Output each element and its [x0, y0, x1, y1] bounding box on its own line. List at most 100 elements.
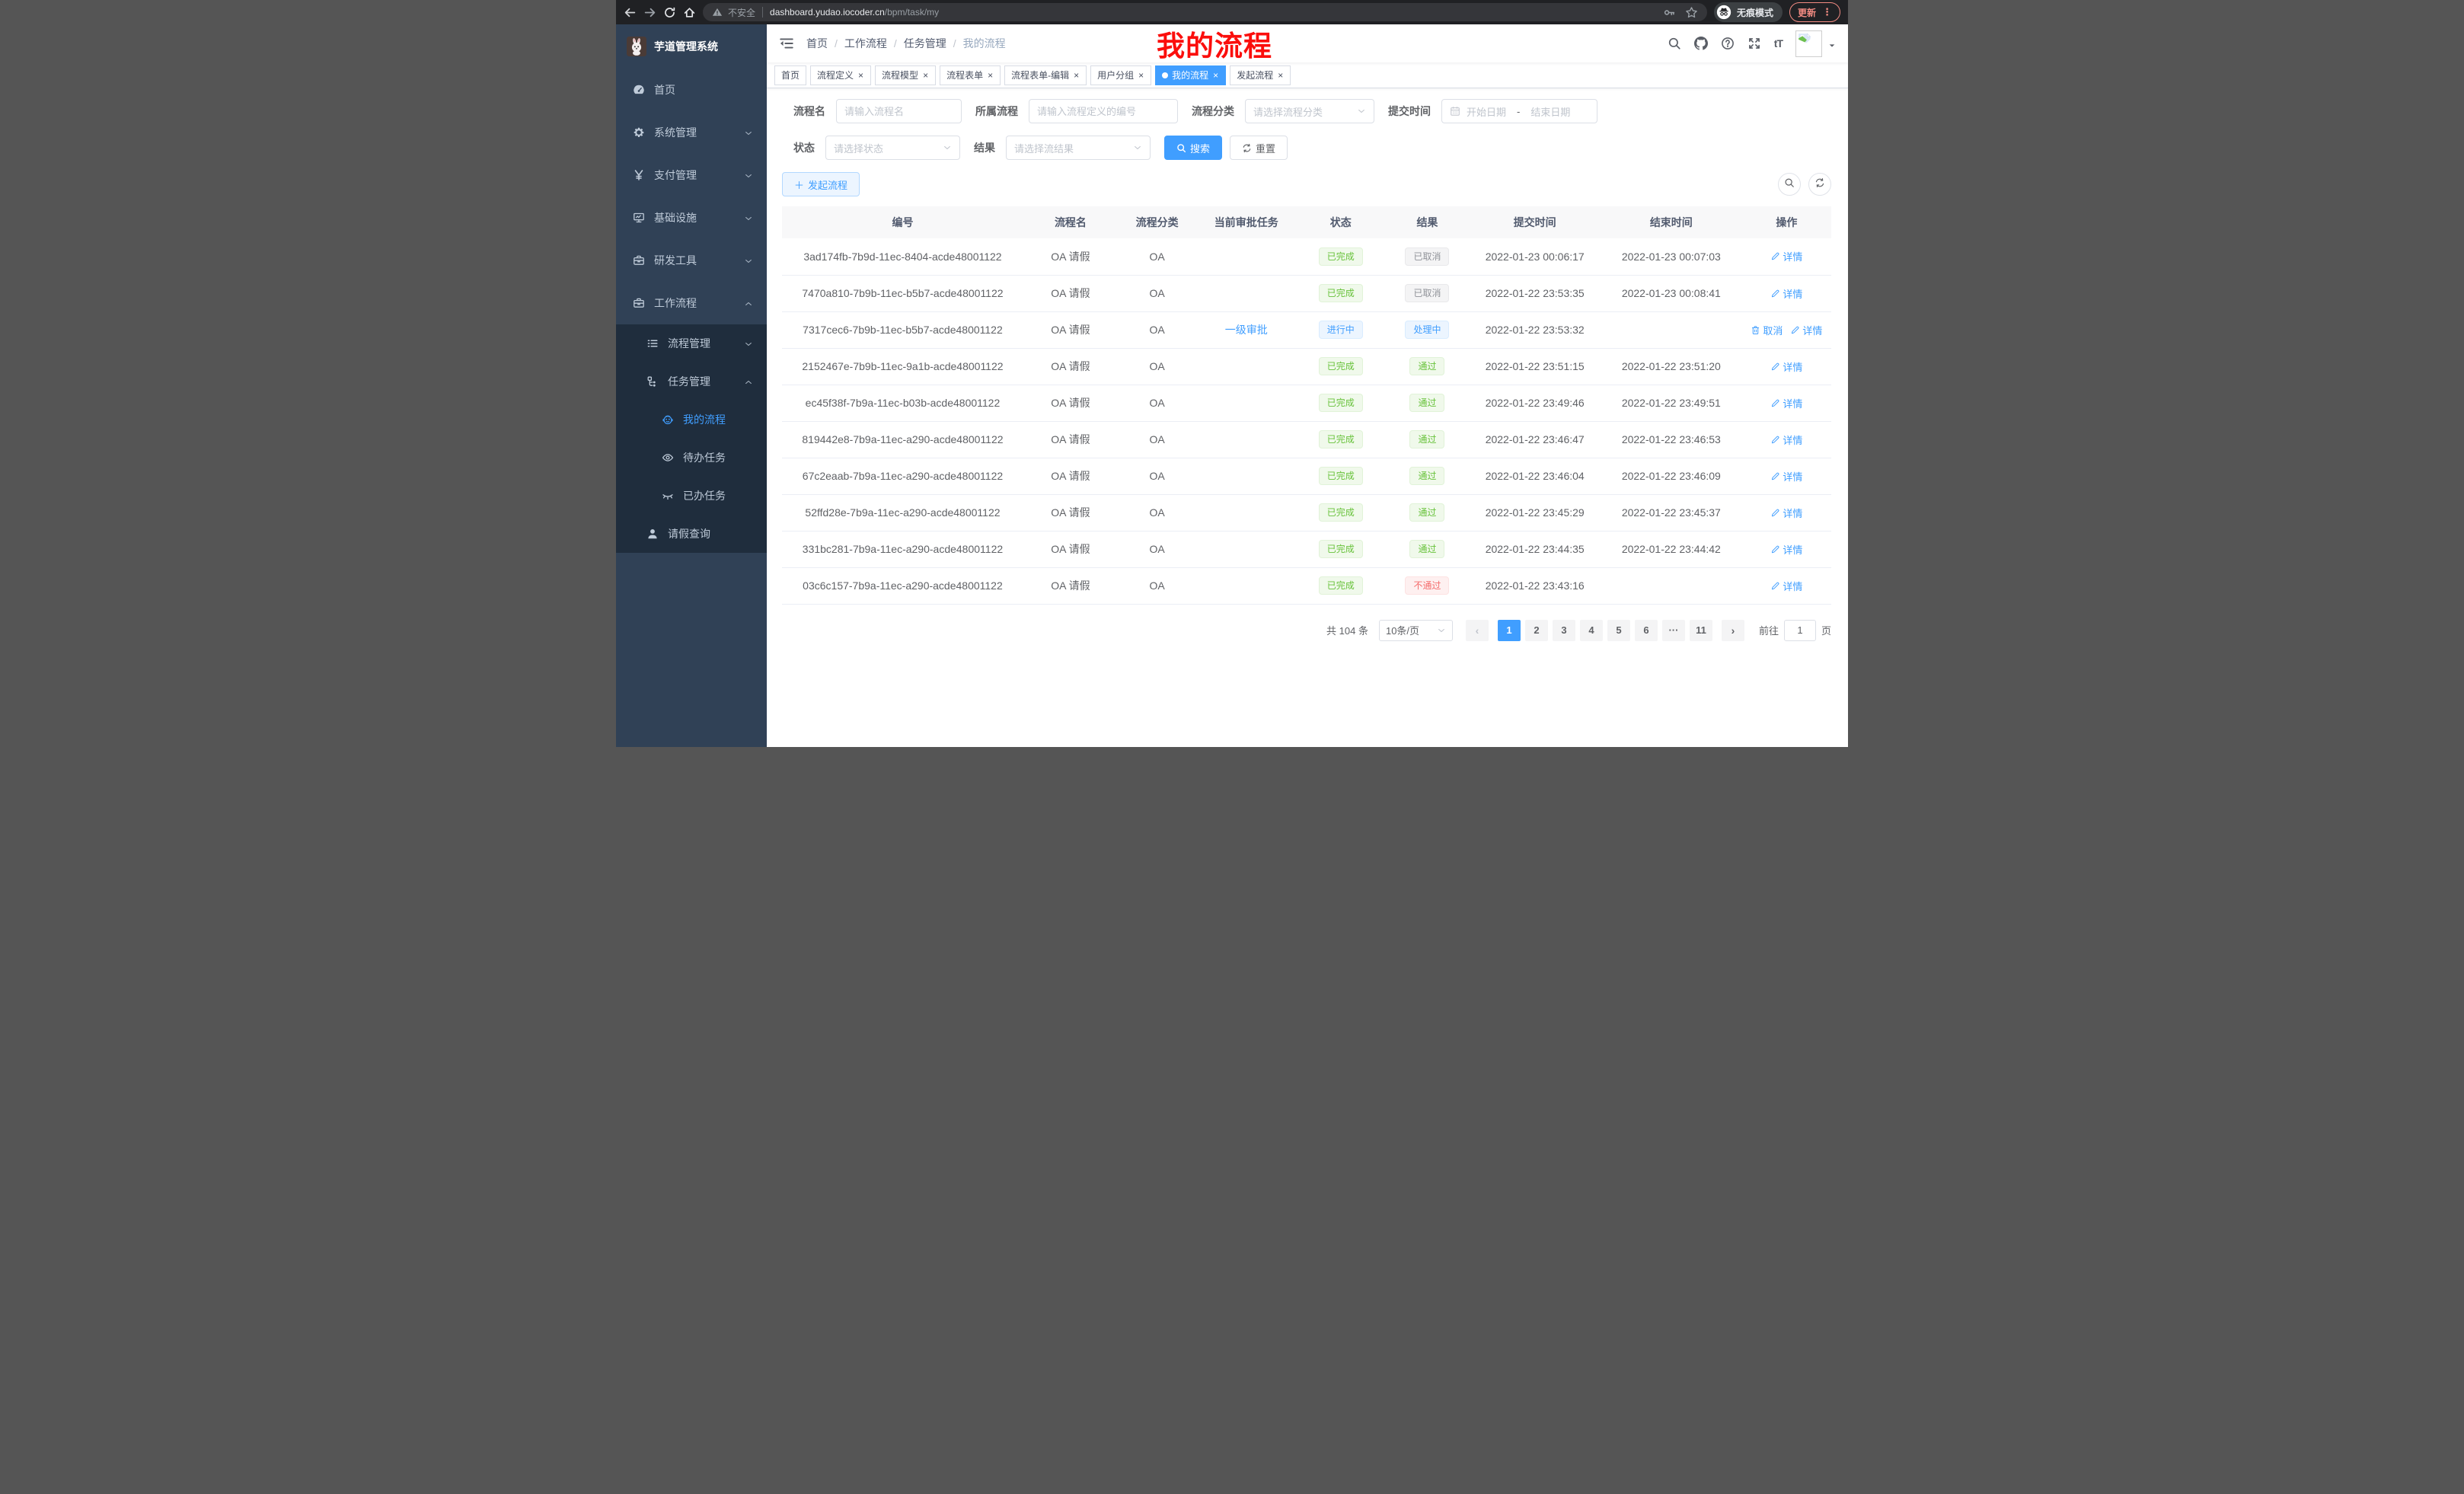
search-button[interactable]: 搜索: [1164, 136, 1222, 160]
detail-link[interactable]: 详情: [1790, 323, 1822, 337]
sidebar-item-leave-query[interactable]: 请假查询: [616, 515, 767, 553]
submit-time-range-picker[interactable]: 开始日期 - 结束日期: [1441, 99, 1597, 123]
cell-id: 3ad174fb-7b9d-11ec-8404-acde48001122: [782, 238, 1023, 275]
start-process-button[interactable]: ＋ 发起流程: [782, 172, 860, 196]
page-button-6[interactable]: 6: [1635, 620, 1658, 641]
yen-icon: [633, 169, 645, 181]
chevron-down-icon: [1357, 107, 1366, 116]
sidebar-item-home[interactable]: 首页: [616, 69, 767, 111]
tab-home[interactable]: 首页: [774, 65, 806, 85]
close-icon[interactable]: ×: [1212, 71, 1219, 80]
back-icon[interactable]: [624, 6, 637, 19]
page-button-5[interactable]: 5: [1607, 620, 1630, 641]
browser-menu-icon[interactable]: ⋮: [1822, 6, 1832, 18]
detail-link[interactable]: 详情: [1770, 542, 1802, 557]
sidebar-item-dev-tools[interactable]: 研发工具: [616, 239, 767, 282]
chevron-up-icon: [744, 377, 753, 386]
tab-user-group[interactable]: 用户分组×: [1090, 65, 1151, 85]
reset-button[interactable]: 重置: [1230, 136, 1288, 160]
detail-link[interactable]: 详情: [1770, 249, 1802, 263]
avatar[interactable]: [1795, 30, 1822, 57]
detail-link[interactable]: 详情: [1770, 469, 1802, 484]
sidebar-item-done-tasks[interactable]: 已办任务: [616, 477, 767, 515]
pager-more-icon[interactable]: ···: [1662, 620, 1685, 641]
cell-result: 通过: [1385, 385, 1469, 421]
goto-page-input[interactable]: [1784, 620, 1816, 641]
key-icon[interactable]: [1663, 6, 1676, 19]
fullscreen-icon[interactable]: [1747, 37, 1761, 50]
cancel-link[interactable]: 取消: [1751, 323, 1783, 337]
tab-process-form-edit[interactable]: 流程表单-编辑×: [1004, 65, 1087, 85]
submit-time-label: 提交时间: [1388, 104, 1431, 119]
cell-id: 03c6c157-7b9a-11ec-a290-acde48001122: [782, 567, 1023, 604]
process-name-input[interactable]: [836, 99, 962, 123]
page-button-11[interactable]: 11: [1690, 620, 1712, 641]
parent-process-input[interactable]: [1029, 99, 1178, 123]
refresh-table-button[interactable]: [1808, 173, 1831, 196]
cell-id: 7470a810-7b9b-11ec-b5b7-acde48001122: [782, 275, 1023, 311]
not-secure-warning-icon[interactable]: [712, 7, 723, 18]
category-select[interactable]: 请选择流程分类: [1245, 99, 1374, 123]
page-button-2[interactable]: 2: [1525, 620, 1548, 641]
page-button-1[interactable]: 1: [1498, 620, 1521, 641]
reload-icon[interactable]: [663, 6, 676, 19]
tab-process-definition[interactable]: 流程定义×: [810, 65, 871, 85]
github-icon[interactable]: [1694, 37, 1708, 50]
breadcrumb-item[interactable]: 首页: [806, 36, 828, 51]
update-button[interactable]: 更新 ⋮: [1789, 2, 1840, 22]
breadcrumb-item[interactable]: 任务管理: [904, 36, 946, 51]
app-logo-row[interactable]: 芋道管理系统: [616, 24, 767, 69]
tab-my-process[interactable]: 我的流程×: [1155, 65, 1226, 85]
sidebar-item-workflow[interactable]: 工作流程: [616, 282, 767, 324]
close-icon[interactable]: ×: [1073, 71, 1080, 80]
search-icon[interactable]: [1668, 37, 1681, 50]
detail-link[interactable]: 详情: [1770, 286, 1802, 301]
close-icon[interactable]: ×: [1138, 71, 1144, 80]
sidebar-item-process-management[interactable]: 流程管理: [616, 324, 767, 362]
user-avatar-menu[interactable]: [1795, 30, 1836, 57]
detail-link[interactable]: 详情: [1770, 433, 1802, 447]
tab-process-model[interactable]: 流程模型×: [875, 65, 936, 85]
prev-page-button[interactable]: ‹: [1466, 620, 1489, 641]
sidebar-item-todo-tasks[interactable]: 待办任务: [616, 439, 767, 477]
detail-link[interactable]: 详情: [1770, 359, 1802, 374]
page-button-3[interactable]: 3: [1553, 620, 1575, 641]
show-search-button[interactable]: [1778, 173, 1801, 196]
next-page-button[interactable]: ›: [1722, 620, 1744, 641]
tab-process-form[interactable]: 流程表单×: [940, 65, 1001, 85]
close-icon[interactable]: ×: [922, 71, 929, 80]
detail-link[interactable]: 详情: [1770, 396, 1802, 410]
forward-icon[interactable]: [643, 6, 656, 19]
tab-start-process[interactable]: 发起流程×: [1230, 65, 1291, 85]
result-select[interactable]: 请选择流结果: [1006, 136, 1151, 160]
current-task-link[interactable]: 一级审批: [1225, 324, 1268, 336]
cell-current-task: [1196, 421, 1296, 458]
close-icon[interactable]: ×: [857, 71, 864, 80]
sidebar-item-system[interactable]: 系统管理: [616, 111, 767, 154]
table-row: 03c6c157-7b9a-11ec-a290-acde48001122OA 请…: [782, 567, 1831, 604]
security-label[interactable]: 不安全: [728, 6, 755, 19]
sidebar-item-payment[interactable]: 支付管理: [616, 154, 767, 196]
detail-link[interactable]: 详情: [1770, 506, 1802, 520]
detail-link[interactable]: 详情: [1770, 579, 1802, 593]
breadcrumb-item[interactable]: 工作流程: [844, 36, 887, 51]
hamburger-icon[interactable]: [779, 37, 794, 50]
start-date-placeholder[interactable]: 开始日期: [1467, 104, 1506, 119]
home-icon[interactable]: [683, 6, 696, 19]
page-size-select[interactable]: 10条/页: [1379, 620, 1453, 641]
incognito-icon: [1716, 5, 1732, 20]
font-size-icon[interactable]: tT: [1774, 37, 1783, 49]
bookmark-star-icon[interactable]: [1685, 6, 1698, 19]
sidebar-item-my-process[interactable]: 我的流程: [616, 401, 767, 439]
page-button-4[interactable]: 4: [1580, 620, 1603, 641]
close-icon[interactable]: ×: [987, 71, 994, 80]
sidebar-item-infrastructure[interactable]: 基础设施: [616, 196, 767, 239]
status-select[interactable]: 请选择状态: [825, 136, 960, 160]
sidebar-item-task-management[interactable]: 任务管理: [616, 362, 767, 401]
close-icon[interactable]: ×: [1277, 71, 1284, 80]
address-bar[interactable]: 不安全 dashboard.yudao.iocoder.cn/bpm/task/…: [703, 3, 1707, 21]
end-date-placeholder[interactable]: 结束日期: [1530, 104, 1570, 119]
table-row: 7470a810-7b9b-11ec-b5b7-acde48001122OA 请…: [782, 275, 1831, 311]
help-icon[interactable]: [1721, 37, 1735, 50]
chevron-down-icon[interactable]: [1828, 40, 1836, 47]
